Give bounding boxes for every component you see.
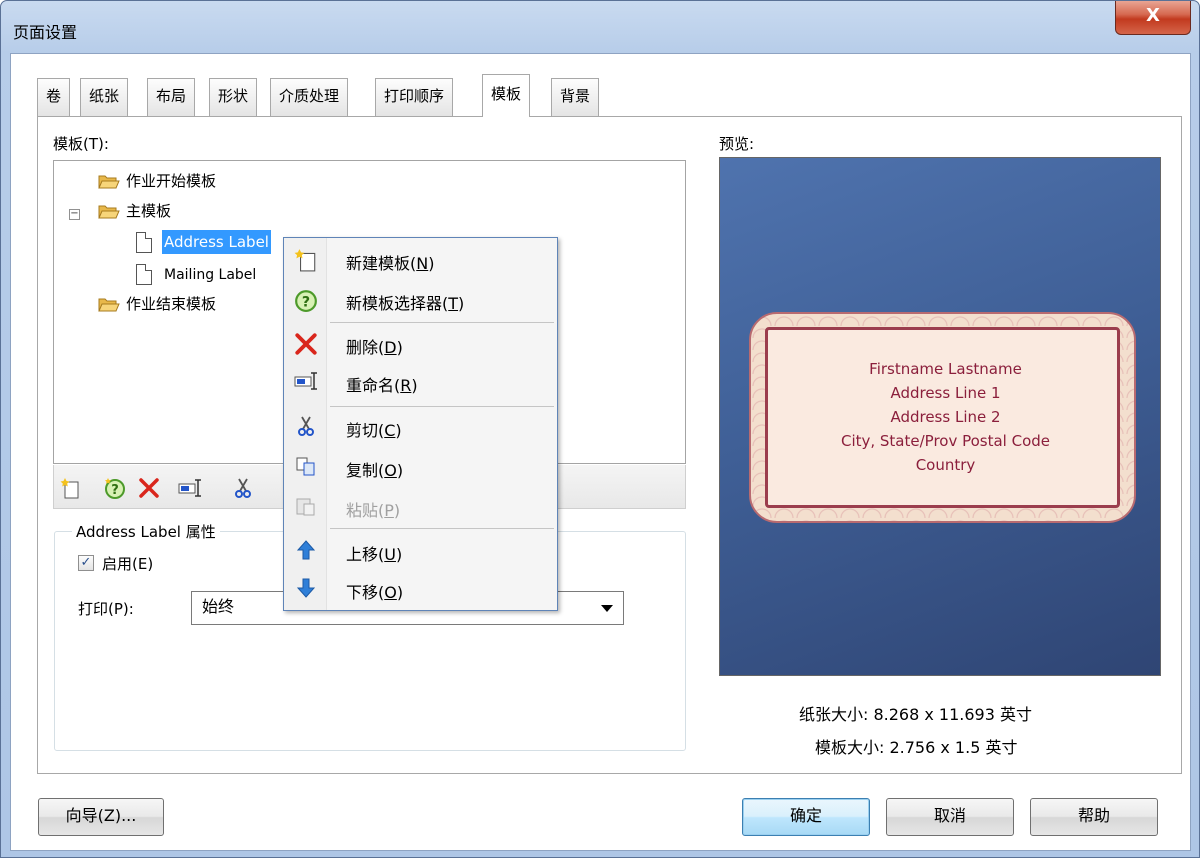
wizard-button-label: 向导(Z)... xyxy=(65,806,137,825)
template-wizard-icon[interactable]: ? xyxy=(104,477,126,499)
preview-pane: Firstname Lastname Address Line 1 Addres… xyxy=(719,157,1161,676)
menu-item-label: 删除(D) xyxy=(346,338,403,357)
ok-button[interactable]: 确定 xyxy=(742,798,870,836)
close-button[interactable]: X xyxy=(1115,1,1191,35)
delete-icon[interactable] xyxy=(138,477,160,499)
open-folder-icon xyxy=(98,298,120,312)
menu-item-template-wizard[interactable]: ? 新模板选择器(T) xyxy=(286,282,555,318)
menu-item-label: 复制(O) xyxy=(346,461,404,480)
help-button-label: 帮助 xyxy=(1077,806,1110,825)
tab-shape[interactable]: 形状 xyxy=(209,78,258,116)
paper-size-text: 纸张大小: 8.268 x 11.693 英寸 xyxy=(799,705,1032,724)
enable-label: 启用(E) xyxy=(102,555,154,573)
new-template-icon[interactable] xyxy=(60,477,82,499)
document-icon xyxy=(136,232,152,253)
address-line: Country xyxy=(915,456,976,474)
tree-item-label: 作业结束模板 xyxy=(126,295,217,313)
title-bar[interactable]: 页面设置 X xyxy=(1,1,1199,53)
tab-label: 介质处理 xyxy=(279,87,340,105)
templates-label: 模板(T): xyxy=(53,135,109,153)
cancel-button[interactable]: 取消 xyxy=(886,798,1014,836)
menu-item-label: 粘贴(P) xyxy=(346,501,401,520)
tab-paper[interactable]: 纸张 xyxy=(80,78,129,116)
tab-label: 背景 xyxy=(560,87,591,105)
cut-icon[interactable] xyxy=(232,477,254,499)
collapse-icon[interactable]: − xyxy=(69,209,80,220)
tree-item-label: Mailing Label xyxy=(164,267,257,283)
properties-legend: Address Label 属性 xyxy=(72,521,220,542)
ok-button-label: 确定 xyxy=(789,806,822,825)
address-line: Address Line 2 xyxy=(890,408,1001,426)
menu-item-label: 新建模板(N) xyxy=(346,254,435,273)
tree-item-label: Address Label xyxy=(162,230,271,254)
tab-label: 模板 xyxy=(491,85,522,103)
tab-print-order[interactable]: 打印顺序 xyxy=(375,78,454,116)
arrow-up-icon xyxy=(294,539,318,563)
menu-item-move-up[interactable]: 上移(U) xyxy=(286,533,555,569)
tab-label: 打印顺序 xyxy=(384,87,445,105)
label-preview: Firstname Lastname Address Line 1 Addres… xyxy=(749,312,1136,523)
menu-separator xyxy=(330,322,554,323)
menu-separator xyxy=(330,406,554,407)
tab-volume[interactable]: 卷 xyxy=(37,78,71,116)
tab-label: 布局 xyxy=(156,87,187,105)
paste-icon xyxy=(294,495,318,519)
print-label: 打印(P): xyxy=(78,600,134,618)
close-icon: X xyxy=(1146,5,1160,26)
enable-checkbox[interactable]: ✓ xyxy=(78,555,94,571)
menu-item-label: 剪切(C) xyxy=(346,421,402,440)
delete-icon xyxy=(294,332,318,356)
tab-template[interactable]: 模板 xyxy=(482,74,531,117)
chevron-down-icon xyxy=(601,605,613,612)
copy-icon xyxy=(294,455,318,479)
menu-item-copy[interactable]: 复制(O) xyxy=(286,449,555,485)
template-wizard-icon: ? xyxy=(294,288,318,312)
label-preview-inner: Firstname Lastname Address Line 1 Addres… xyxy=(765,327,1120,508)
cancel-button-label: 取消 xyxy=(933,806,966,825)
tab-label: 纸张 xyxy=(89,87,120,105)
menu-item-label: 下移(O) xyxy=(346,583,404,602)
tab-label: 形状 xyxy=(218,87,249,105)
menu-item-move-down[interactable]: 下移(O) xyxy=(286,571,555,607)
template-size-text: 模板大小: 2.756 x 1.5 英寸 xyxy=(815,738,1018,757)
document-icon xyxy=(136,264,152,285)
open-folder-icon xyxy=(98,175,120,189)
menu-item-label: 新模板选择器(T) xyxy=(346,294,465,313)
svg-text:?: ? xyxy=(302,295,310,311)
tab-label: 卷 xyxy=(46,87,62,105)
menu-item-paste: 粘贴(P) xyxy=(286,489,555,525)
open-folder-icon xyxy=(98,205,120,219)
menu-item-label: 上移(U) xyxy=(346,545,403,564)
tree-item-label: 主模板 xyxy=(126,202,172,220)
rename-icon xyxy=(294,370,318,394)
arrow-down-icon xyxy=(294,577,318,601)
menu-item-delete[interactable]: 删除(D) xyxy=(286,326,555,362)
cut-icon xyxy=(294,415,318,439)
wizard-button[interactable]: 向导(Z)... xyxy=(38,798,164,836)
preview-label: 预览: xyxy=(719,135,755,153)
window-title: 页面设置 xyxy=(13,23,78,42)
svg-text:?: ? xyxy=(111,483,119,498)
tab-layout[interactable]: 布局 xyxy=(147,78,196,116)
address-line: Address Line 1 xyxy=(890,384,1001,402)
help-button[interactable]: 帮助 xyxy=(1030,798,1158,836)
menu-item-cut[interactable]: 剪切(C) xyxy=(286,409,555,445)
context-menu: 新建模板(N) ? 新模板选择器(T) 删除(D) 重命名(R) 剪切(C) 复… xyxy=(283,237,558,611)
menu-item-label: 重命名(R) xyxy=(346,376,418,395)
address-line: City, State/Prov Postal Code xyxy=(840,432,1051,450)
menu-item-rename[interactable]: 重命名(R) xyxy=(286,364,555,400)
rename-icon[interactable] xyxy=(178,477,201,499)
address-line: Firstname Lastname xyxy=(869,360,1022,378)
tab-media-handling[interactable]: 介质处理 xyxy=(270,78,349,116)
tab-background[interactable]: 背景 xyxy=(551,78,600,116)
new-template-icon xyxy=(294,248,318,272)
menu-item-new-template[interactable]: 新建模板(N) xyxy=(286,242,555,278)
menu-separator xyxy=(330,528,554,529)
tree-item-label: 作业开始模板 xyxy=(126,172,217,190)
print-select-value: 始终 xyxy=(202,597,235,616)
